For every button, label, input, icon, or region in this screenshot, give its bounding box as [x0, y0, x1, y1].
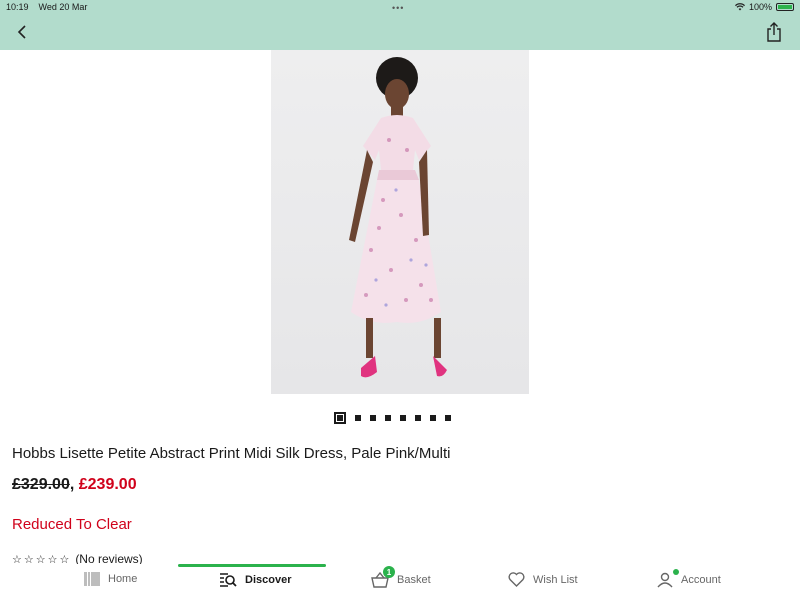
sale-price: £239.00	[78, 476, 137, 493]
status-bar: 10:19 Wed 20 Mar ••• 100%	[0, 0, 800, 14]
carousel-dot[interactable]	[370, 415, 376, 421]
carousel-dot[interactable]	[400, 415, 406, 421]
original-price: £329.00	[12, 476, 70, 493]
carousel-dot[interactable]	[415, 415, 421, 421]
share-button[interactable]	[764, 21, 784, 43]
navigation-bar	[0, 14, 800, 50]
dress-model-image	[349, 57, 447, 378]
discover-icon	[220, 573, 237, 587]
carousel-dot[interactable]	[385, 415, 391, 421]
home-icon	[84, 572, 100, 586]
battery-icon	[776, 3, 794, 11]
active-tab-indicator	[178, 564, 326, 567]
multitask-dots-icon[interactable]: •••	[392, 3, 404, 13]
tab-wish-list[interactable]: Wish List	[508, 572, 578, 587]
back-button[interactable]	[12, 22, 32, 42]
status-date: Wed 20 Mar	[38, 2, 88, 12]
image-carousel-dots[interactable]	[334, 412, 451, 424]
tab-label: Wish List	[533, 573, 578, 586]
carousel-dot[interactable]	[355, 415, 361, 421]
share-icon	[767, 22, 781, 42]
price-block: £329.00, £239.00	[12, 476, 137, 494]
status-time: 10:19	[6, 2, 29, 12]
tab-discover[interactable]: Discover	[219, 572, 291, 588]
heart-icon	[508, 572, 525, 587]
account-icon	[657, 572, 673, 588]
tab-account[interactable]: Account	[657, 569, 721, 588]
account-icon-wrap	[657, 569, 679, 588]
tab-label: Account	[681, 574, 721, 586]
product-title: Hobbs Lisette Petite Abstract Print Midi…	[12, 445, 451, 462]
battery-percent: 100%	[748, 2, 772, 12]
carousel-dot[interactable]	[430, 415, 436, 421]
tab-label: Discover	[245, 574, 292, 586]
basket-count-badge: 1	[383, 566, 395, 578]
tab-label: Basket	[397, 574, 431, 586]
price-separator: ,	[69, 476, 75, 493]
tab-bar: Home Discover 1 Basket Wish List Account	[0, 564, 800, 600]
carousel-dot[interactable]	[445, 415, 451, 421]
basket-icon-wrap: 1	[371, 566, 395, 588]
tab-home[interactable]: Home	[84, 572, 137, 586]
wifi-icon	[734, 3, 745, 11]
promo-label: Reduced To Clear	[12, 516, 132, 533]
tab-basket[interactable]: 1 Basket	[371, 566, 431, 588]
carousel-dot-active[interactable]	[334, 412, 346, 424]
product-image[interactable]	[271, 50, 529, 394]
account-status-dot	[673, 569, 679, 575]
chevron-left-icon	[17, 25, 26, 39]
tab-label: Home	[108, 573, 138, 585]
